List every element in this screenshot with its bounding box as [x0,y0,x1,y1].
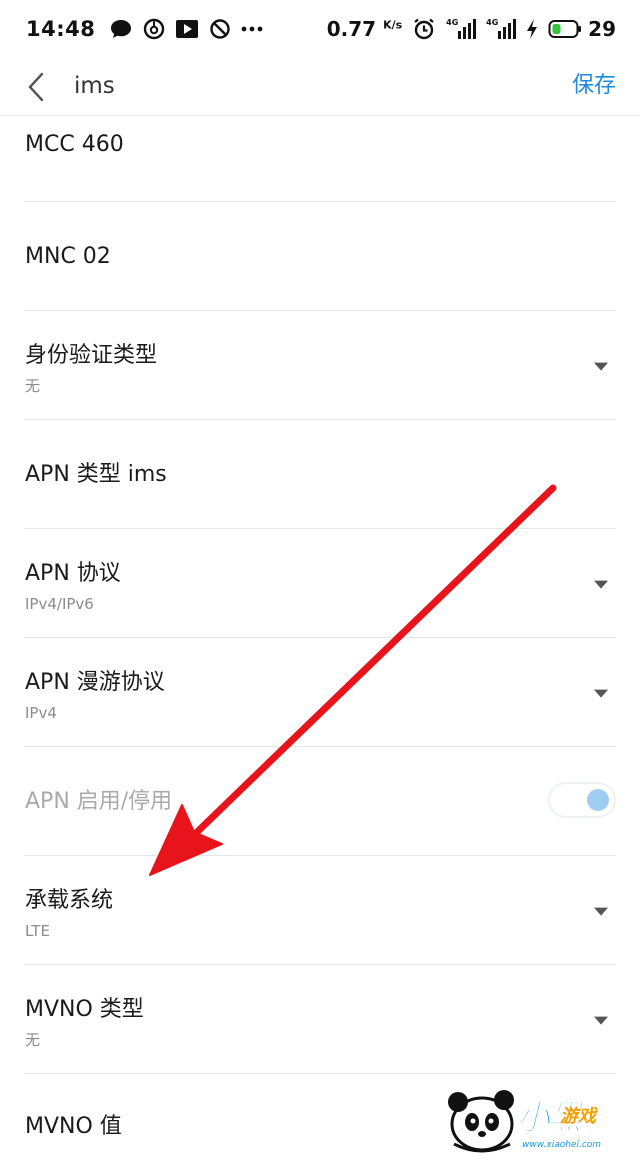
dropdown-triangle-icon [594,689,608,698]
signal-sim1-icon: 4G [446,18,477,39]
dropdown-triangle-icon [594,1016,608,1025]
panda-logo-icon [448,1090,514,1153]
list-item-bearer[interactable]: 承载系统 LTE [24,856,616,965]
signal-sim2-icon: 4G [486,18,517,39]
list-item-apn-enable: APN 启用/停用 [24,747,616,856]
row-title: 承载系统 [25,888,114,913]
row-title: MCC 460 [25,132,124,157]
row-value: IPv4/IPv6 [25,595,94,613]
dropdown-triangle-icon [594,907,608,916]
apn-enable-toggle[interactable] [548,782,616,818]
site-watermark: 小黑 游戏 www.xiaohei.com [442,1084,638,1156]
list-item-mcc[interactable]: MCC 460 [24,94,616,202]
watermark-sub: 游戏 [560,1106,596,1127]
status-time: 14:48 [26,17,96,41]
apn-settings-list: MCC 460 MNC 02 身份验证类型 无 APN 类型 ims APN 协… [0,94,640,1160]
list-item-mnc[interactable]: MNC 02 [24,202,616,311]
dropdown-triangle-icon [594,580,608,589]
row-title: APN 类型 ims [25,462,167,487]
list-item-apn-type[interactable]: APN 类型 ims [24,420,616,529]
row-title: APN 协议 [25,561,121,586]
battery-percent: 29 [588,17,616,41]
row-title: APN 启用/停用 [25,789,173,814]
list-item-mvno-type[interactable]: MVNO 类型 无 [24,965,616,1074]
row-value: LTE [25,922,50,940]
battery-icon [548,17,582,41]
charging-icon [526,17,538,41]
list-item-apn-roaming-protocol[interactable]: APN 漫游协议 IPv4 [24,638,616,747]
netease-music-icon [143,17,165,41]
row-title: MNC 02 [25,244,111,269]
row-value: 无 [25,1031,41,1049]
row-title: 身份验证类型 [25,343,158,368]
watermark-url: www.xiaohei.com [522,1140,602,1150]
row-value: 无 [25,377,41,395]
list-item-auth-type[interactable]: 身份验证类型 无 [24,311,616,420]
network-speed: 0.77 K/s [326,17,403,41]
video-play-icon [175,17,199,41]
chat-bubble-icon [109,17,133,41]
row-title: APN 漫游协议 [25,670,165,695]
list-item-apn-protocol[interactable]: APN 协议 IPv4/IPv6 [24,529,616,638]
row-value: IPv4 [25,704,57,722]
more-dots-icon [241,17,263,41]
status-bar: 14:48 0.77 K/s 4G 4G 29 [0,0,640,58]
row-title: MVNO 值 [25,1114,122,1139]
row-title: MVNO 类型 [25,997,144,1022]
dropdown-triangle-icon [594,362,608,371]
alarm-icon [412,17,436,41]
toggle-knob [587,789,609,811]
dnd-icon [209,17,231,41]
